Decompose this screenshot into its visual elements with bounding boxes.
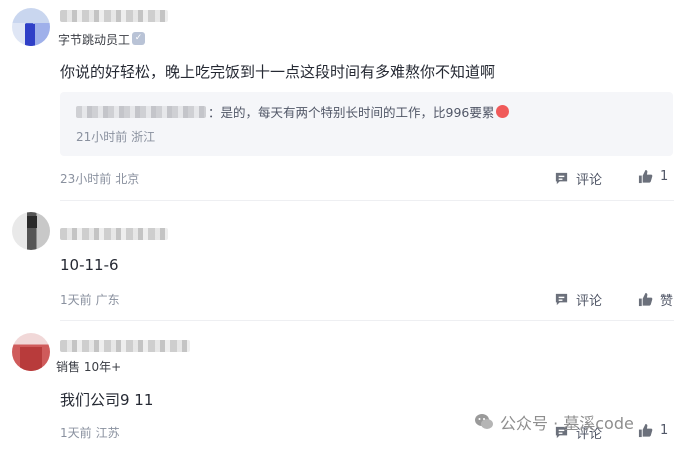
like-button[interactable]: 1 [638,169,668,184]
quoted-reply-text: ：是的，每天有两个特别长时间的工作，比996要累 [208,102,510,121]
comment-meta: 23小时前 北京 [60,172,140,186]
comment-meta: 1天前 江苏 [60,426,120,440]
comment-content: 你说的好轻松，晚上吃完饭到十一点这段时间有多难熬你不知道啊 [60,63,496,81]
thumbs-up-icon [638,423,653,438]
quoted-username-blurred [76,106,206,118]
username-blurred[interactable] [60,340,190,352]
comment-bubble-icon [555,293,568,306]
comment-content: 10-11-6 [60,256,119,274]
user-title-badge: 销售 10年+ [56,360,122,374]
tired-face-emoji-icon [496,105,510,118]
thumbs-up-icon [638,169,653,184]
username-blurred[interactable] [60,228,168,240]
divider [60,200,674,201]
quoted-reply[interactable]: ：是的，每天有两个特别长时间的工作，比996要累 21小时前 浙江 [60,92,673,156]
divider [60,320,674,321]
comment-button[interactable]: 评论 [554,290,602,309]
avatar[interactable] [12,8,50,46]
watermark: 公众号 · 墓溪code [474,410,634,434]
verified-check-icon: ✓ [132,32,145,45]
comment-meta: 1天前 广东 [60,293,120,307]
avatar[interactable] [12,333,50,371]
thumbs-up-icon [638,292,653,307]
like-button[interactable]: 1 [638,423,668,438]
username-blurred[interactable] [60,10,168,22]
like-button[interactable]: 赞 [638,290,673,309]
quoted-reply-meta: 21小时前 浙江 [76,130,156,144]
comment-content: 我们公司9 11 [60,391,154,409]
avatar[interactable] [12,212,50,250]
wechat-icon [475,414,493,429]
comment-bubble-icon [555,172,568,185]
comment-button[interactable]: 评论 [554,169,602,188]
user-title-badge: 字节跳动员工 [58,33,131,47]
